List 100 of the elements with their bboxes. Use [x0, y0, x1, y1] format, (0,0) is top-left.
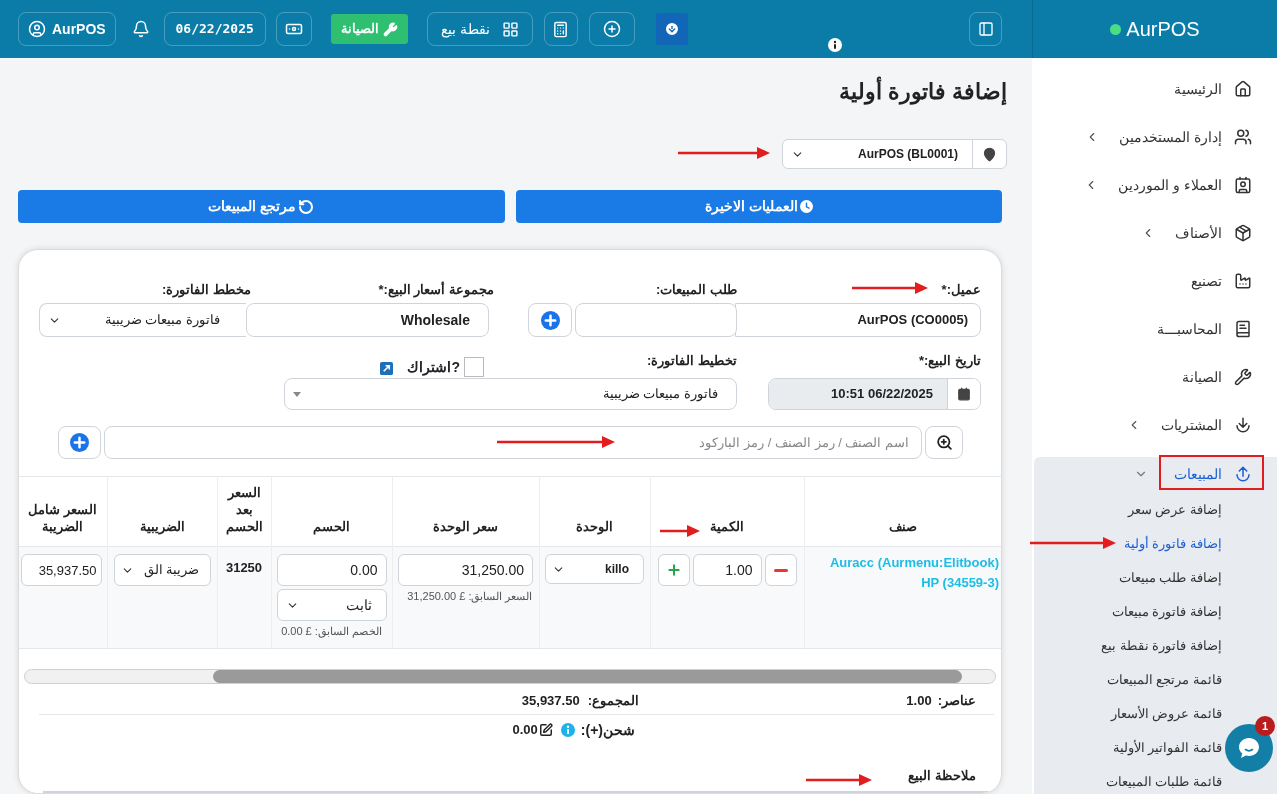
recent-transactions-button[interactable]: العمليات الاخيرة [515, 190, 1002, 223]
discount-field[interactable]: 0.00 [276, 554, 387, 586]
column-header: الكمية [710, 518, 744, 535]
sale-date-field[interactable]: 10:51 06/22/2025 [768, 378, 981, 410]
discount-type-select[interactable]: ثابت [276, 589, 387, 621]
user-circle-icon [28, 20, 46, 38]
field-label: طلب المبيعات: [656, 281, 737, 299]
plus-circle-icon [540, 310, 560, 330]
shipping-value: 0.00 [512, 721, 538, 740]
checkbox-label: اشتراك? [407, 358, 460, 376]
panel-icon [977, 21, 994, 37]
sidebar-item[interactable]: إدارة المستخدمين [1085, 120, 1252, 154]
arrow-down-circle-icon [663, 21, 680, 37]
column-header: الضريبية [139, 518, 185, 535]
submenu-item[interactable]: إضافة فاتورة أولية [1123, 534, 1222, 554]
submenu-item[interactable]: إضافة فاتورة نقطة بيع [1101, 636, 1222, 656]
column-header: السعر شامل الضريبة [27, 501, 99, 535]
items-count-label: عناصر: [937, 692, 976, 711]
pos-button[interactable]: نقطة بيع [426, 12, 533, 46]
undo-icon [298, 198, 315, 215]
total-value: 35,937.50 [521, 692, 580, 711]
discounted-price-text: 31250 [225, 560, 263, 575]
wrench-icon [1234, 368, 1252, 386]
previous-price-text: السعر السابق: £ 31,250.00 [407, 589, 533, 605]
location-select[interactable]: AurPOS (BL0001) [782, 139, 1007, 169]
info-icon [828, 38, 842, 52]
edit-icon[interactable] [538, 723, 553, 737]
sidebar-item[interactable]: المشتريات [1127, 408, 1252, 442]
annotation-arrow [660, 525, 700, 537]
submenu-item[interactable]: قائمة مرتجع المبيعات [1106, 670, 1222, 690]
sidebar-item[interactable]: الأصناف [1141, 216, 1252, 250]
items-count-value: 1.00 [906, 692, 932, 711]
annotation-arrow [806, 774, 872, 786]
calendar-icon [957, 387, 971, 401]
add-item-button[interactable] [58, 426, 101, 459]
field-label: تاريخ البيع:* [919, 352, 981, 370]
add-button[interactable] [588, 12, 635, 46]
column-header: السعر بعد الحسم [224, 484, 264, 535]
decrease-button[interactable] [764, 554, 797, 586]
invoice-layout-select[interactable]: فاتورة مبيعات ضريبية [284, 378, 737, 410]
submenu-item[interactable]: إضافة طلب مبيعات [1118, 568, 1222, 588]
submenu-item[interactable]: قائمة عروض الأسعار [1110, 704, 1222, 724]
customer-select[interactable]: AurPOS (CO0005) [735, 303, 981, 337]
info-icon[interactable] [560, 723, 575, 737]
sidebar-item[interactable]: الصيانة [1182, 360, 1252, 394]
sidebar-item[interactable]: المبيعات [1134, 457, 1252, 491]
field-label: عميل:* [941, 281, 981, 299]
sidebar-item[interactable]: الرئيسية [1174, 72, 1252, 106]
field-label: تخطيط الفاتورة: [647, 352, 737, 370]
sidebar-item[interactable]: تصنيع [1191, 264, 1252, 298]
wrench-icon [382, 21, 398, 37]
unit-select[interactable]: killo [545, 554, 644, 584]
plus-circle-icon [602, 20, 621, 38]
note-label: ملاحظة البيع [908, 768, 976, 784]
total-field[interactable]: 35,937.50 [20, 554, 102, 586]
contact-card-icon [1234, 176, 1252, 194]
page-title: إضافة فاتورة أولية [838, 78, 1007, 106]
calculator-button[interactable] [543, 12, 578, 46]
sales-order-field[interactable] [575, 303, 737, 337]
submenu-item[interactable]: إضافة عرض سعر [1127, 500, 1222, 520]
caret-icon [293, 391, 301, 397]
scrollbar-thumb[interactable] [213, 670, 962, 683]
search-field[interactable]: اسم الصنف / رمز الصنف / رمز الباركود [104, 426, 922, 459]
date-button[interactable]: 06/22/2025 [163, 12, 266, 46]
sidebar-item[interactable]: المحاسبـــة [1157, 312, 1252, 346]
plus-icon [665, 562, 682, 578]
submenu-item[interactable]: قائمة طلبات المبيعات [1105, 772, 1222, 792]
column-header: الوحدة [576, 518, 613, 535]
unit-price-field[interactable]: 31,250.00 [398, 554, 533, 586]
subscription-checkbox[interactable] [464, 357, 484, 377]
column-header: الحسم [313, 518, 350, 535]
increase-button[interactable] [657, 554, 690, 586]
user-menu-button[interactable]: AurPOS [18, 12, 116, 46]
bell-icon [131, 20, 150, 38]
submenu-item[interactable]: إضافة فاتورة مبيعات [1111, 602, 1222, 622]
add-customer-button[interactable] [528, 303, 572, 337]
submenu-item[interactable]: قائمة الفواتير الأولية [1112, 738, 1222, 758]
factory-icon [1234, 272, 1252, 290]
total-label: المجموع: [587, 692, 639, 711]
price-group-field[interactable]: Wholesale [246, 303, 489, 337]
sales-return-button[interactable]: مرتجع المبيعات [18, 190, 505, 223]
shipping-label: شحن(+): [580, 720, 635, 741]
column-header: سعر الوحدة [433, 518, 498, 535]
quantity-field[interactable]: 1.00 [692, 554, 762, 586]
previous-discount-text: الخصم السابق: £ 0.00 [281, 624, 382, 640]
arrow-down-icon [1234, 416, 1252, 434]
field-label: مجموعة أسعار البيع:* [378, 281, 494, 299]
box-icon [1234, 224, 1252, 242]
sidebar-item[interactable]: العملاء و الموردين [1084, 168, 1252, 202]
minus-icon [773, 568, 788, 572]
external-link-icon[interactable] [380, 362, 394, 375]
sidebar-toggle-button[interactable] [969, 12, 1002, 46]
invoice-schema-select[interactable]: فاتورة مبيعات ضريبية [39, 303, 246, 337]
download-button[interactable] [655, 13, 688, 45]
tax-select[interactable]: ضريبة الق [113, 554, 211, 586]
grid-icon [501, 20, 519, 38]
search-button[interactable] [925, 426, 963, 459]
calculator-icon [552, 20, 570, 38]
users-icon [1234, 128, 1252, 146]
cash-button[interactable] [275, 12, 312, 46]
